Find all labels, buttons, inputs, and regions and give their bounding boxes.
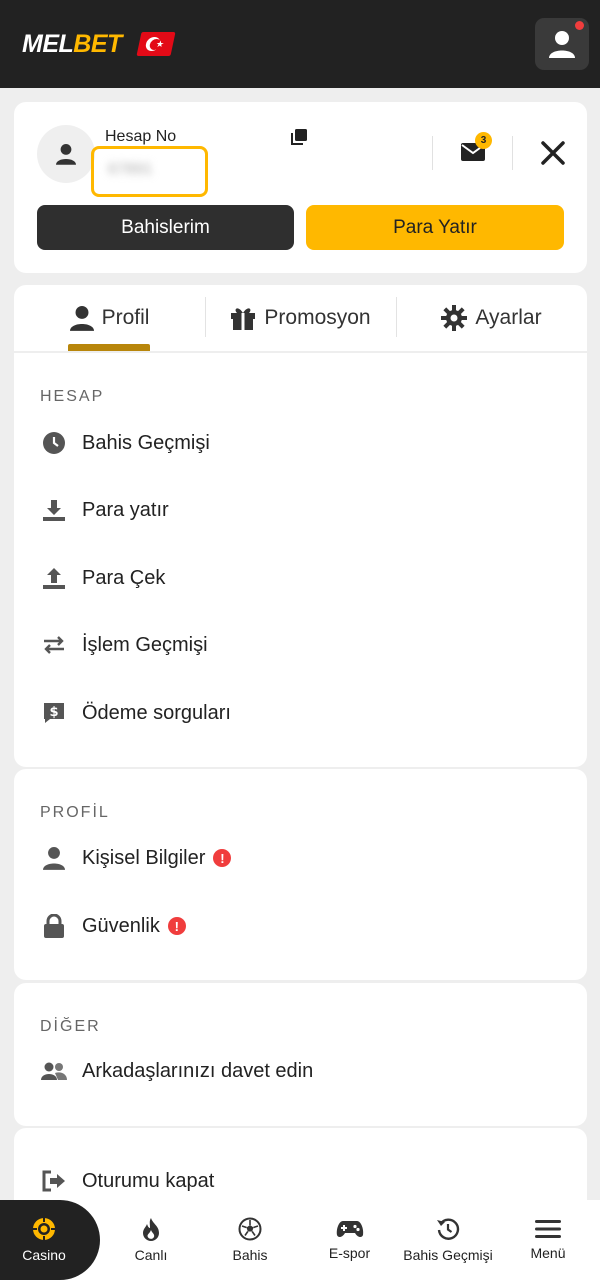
gift-icon: [231, 308, 256, 330]
top-bar: MELBET ★: [0, 0, 600, 88]
menu-item-personal-info[interactable]: Kişisel Bilgiler !: [40, 843, 232, 873]
menu-item-deposit[interactable]: Para yatır: [40, 495, 169, 525]
nav-label: Casino: [22, 1247, 66, 1263]
nav-casino-active-bg: Casino: [0, 1200, 100, 1280]
nav-item-bet-history[interactable]: Bahis Geçmişi: [400, 1200, 496, 1280]
section-title: HESAP: [40, 388, 105, 405]
tab-ayarlar[interactable]: Ayarlar: [396, 285, 587, 351]
warning-icon: !: [213, 849, 232, 867]
account-number-value: 67891: [91, 146, 208, 197]
profile-tabs: Profil Promosyon Ayarlar: [14, 285, 587, 351]
logo-accent: BET: [73, 30, 122, 58]
nav-label: Bahis Geçmişi: [403, 1247, 493, 1263]
divider: [432, 136, 433, 170]
nav-item-casino[interactable]: Casino: [0, 1200, 88, 1280]
upload-icon: [43, 568, 65, 589]
menu-item-label: Ödeme sorguları: [82, 701, 231, 724]
warning-icon: !: [167, 917, 186, 935]
menu-item-label: Bahis Geçmişi: [82, 431, 210, 454]
download-icon: [43, 500, 65, 521]
divider: [512, 136, 513, 170]
clock-icon: [43, 432, 65, 454]
nav-label: Menü: [530, 1245, 566, 1261]
nav-label: Bahis: [232, 1247, 268, 1263]
section-title: DİĞER: [40, 1018, 101, 1035]
hamburger-menu-icon: [535, 1220, 561, 1238]
other-section: DİĞER Arkadaşlarınızı davet edin: [14, 983, 587, 1126]
menu-item-logout[interactable]: Oturumu kapat: [40, 1166, 214, 1196]
transfer-arrows-icon: [44, 636, 64, 654]
menu-item-label: Kişisel Bilgiler: [82, 846, 206, 869]
menu-item-invite-friends[interactable]: Arkadaşlarınızı davet edin: [40, 1056, 313, 1086]
user-account-button[interactable]: [535, 18, 589, 70]
menu-item-label: Para yatır: [82, 498, 169, 521]
account-number-label: Hesap No: [105, 128, 177, 145]
section-title: PROFİL: [40, 804, 110, 821]
tab-label: Ayarlar: [475, 306, 542, 329]
menu-item-payment-queries[interactable]: $ Ödeme sorguları: [40, 698, 231, 728]
my-bets-button[interactable]: Bahislerim: [37, 205, 294, 250]
nav-label: Canlı: [134, 1247, 168, 1263]
account-section: HESAP Bahis Geçmişi Para yatır Para Çek …: [14, 353, 587, 767]
menu-item-label: Arkadaşlarınızı davet edin: [82, 1059, 314, 1082]
menu-item-label: İşlem Geçmişi: [82, 633, 208, 656]
nav-item-esports[interactable]: E-spor: [303, 1200, 396, 1280]
user-icon: [43, 847, 65, 870]
tab-label: Promosyon: [264, 306, 371, 329]
soccer-ball-icon: [238, 1217, 262, 1241]
svg-text:$: $: [49, 705, 58, 720]
menu-item-security[interactable]: Güvenlik !: [40, 911, 186, 941]
message-count-badge: 3: [475, 132, 492, 149]
nav-item-live[interactable]: Canlı: [108, 1200, 194, 1280]
gear-icon: [441, 305, 468, 331]
menu-item-transaction-history[interactable]: İşlem Geçmişi: [40, 630, 208, 660]
users-icon: [41, 1062, 67, 1080]
menu-item-label: Güvenlik: [82, 914, 160, 937]
gamepad-icon: [336, 1221, 363, 1238]
logo-main: MEL: [22, 30, 74, 58]
deposit-button[interactable]: Para Yatır: [306, 205, 564, 250]
menu-item-withdraw[interactable]: Para Çek: [40, 563, 165, 593]
user-icon: [549, 31, 575, 58]
profile-section: PROFİL Kişisel Bilgiler ! Güvenlik !: [14, 769, 587, 980]
avatar[interactable]: [37, 125, 95, 183]
close-icon[interactable]: [541, 141, 565, 170]
menu-item-label: Oturumu kapat: [82, 1169, 215, 1192]
flame-icon: [143, 1218, 159, 1241]
history-icon: [437, 1218, 460, 1240]
nav-item-menu[interactable]: Menü: [505, 1200, 591, 1280]
menu-item-label: Para Çek: [82, 566, 166, 589]
copy-icon[interactable]: [290, 128, 308, 151]
user-icon: [56, 144, 76, 165]
account-number-text: 67891: [108, 161, 153, 178]
nav-item-sports[interactable]: Bahis: [205, 1200, 295, 1280]
menu-item-bet-history[interactable]: Bahis Geçmişi: [40, 428, 210, 458]
logout-icon: [42, 1170, 65, 1192]
bottom-navigation: Casino Canlı Bahis E-spor Bahis Geçmişi …: [0, 1200, 600, 1280]
turkey-flag-icon[interactable]: ★: [136, 32, 176, 56]
lock-icon: [44, 914, 64, 938]
account-card: Hesap No 67891 3 Bahislerim Para Yatır: [14, 102, 587, 273]
tab-label: Profil: [101, 306, 150, 329]
active-tab-indicator: [68, 344, 150, 351]
nav-label: E-spor: [328, 1245, 371, 1261]
payment-query-icon: $: [44, 703, 64, 723]
casino-chip-icon: [33, 1218, 55, 1240]
melbet-logo[interactable]: MELBET: [22, 30, 122, 59]
tab-profil[interactable]: Profil: [14, 285, 205, 351]
tab-promosyon[interactable]: Promosyon: [205, 285, 396, 351]
user-icon: [69, 306, 94, 331]
notification-dot: [575, 21, 584, 30]
